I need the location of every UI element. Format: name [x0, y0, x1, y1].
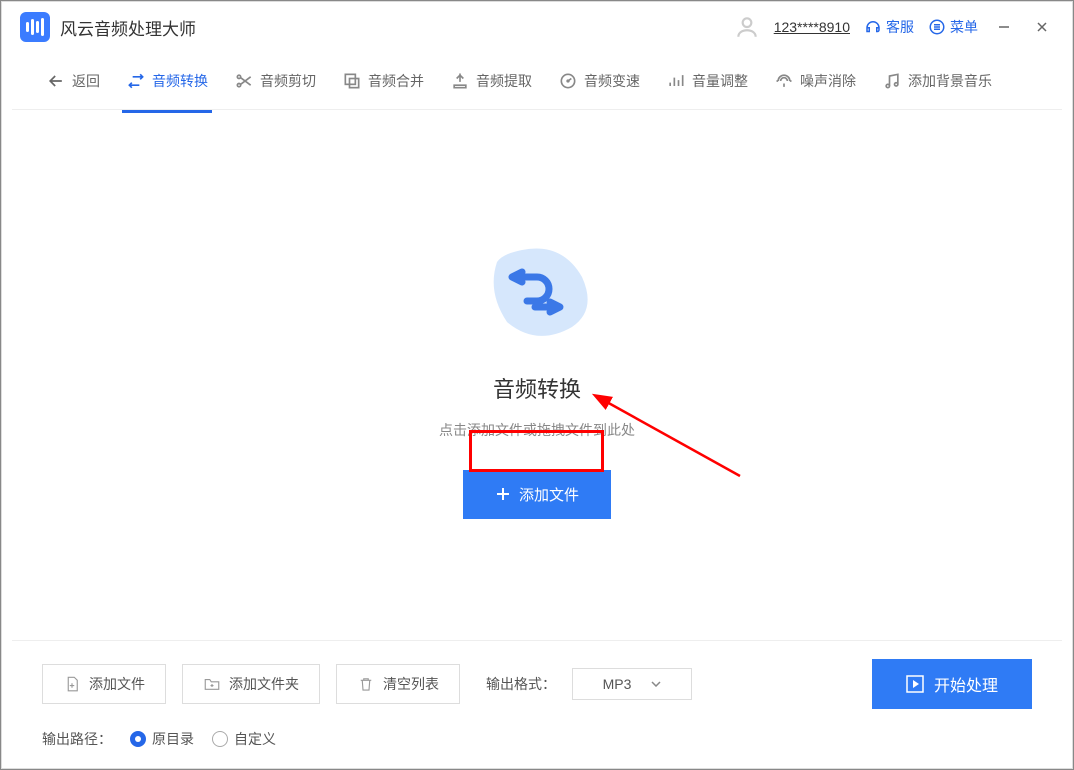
trash-icon [357, 675, 375, 693]
support-link[interactable]: 客服 [864, 17, 914, 37]
app-logo-icon [20, 12, 50, 42]
speed-icon [558, 71, 578, 91]
output-format-select[interactable]: MP3 [572, 668, 692, 700]
minimize-button[interactable] [992, 15, 1016, 39]
tab-noise[interactable]: 噪声消除 [770, 63, 860, 99]
btn-label: 清空列表 [383, 674, 439, 694]
btn-label: 开始处理 [934, 672, 998, 696]
radio-original-dir[interactable]: 原目录 [130, 729, 194, 749]
headset-icon [864, 18, 882, 36]
play-icon [906, 675, 924, 693]
radio-dot-icon [130, 731, 146, 747]
chevron-down-icon [651, 681, 661, 687]
convert-icon [126, 71, 146, 91]
tab-label: 噪声消除 [800, 71, 856, 91]
tab-volume[interactable]: 音量调整 [662, 63, 752, 99]
drop-zone-subtitle: 点击添加文件或拖拽文件到此处 [439, 420, 635, 440]
radio-dot-icon [212, 731, 228, 747]
avatar-icon[interactable] [734, 14, 760, 40]
output-path-label: 输出路径： [42, 729, 112, 749]
tab-bgm[interactable]: 添加背景音乐 [878, 63, 996, 99]
menu-icon [928, 18, 946, 36]
toolbar: 返回 音频转换 音频剪切 音频合并 音频提取 音频变速 音量调整 噪声消除 添加… [12, 52, 1062, 110]
back-label: 返回 [72, 71, 100, 91]
start-process-button[interactable]: 开始处理 [872, 659, 1032, 709]
drop-zone-title: 音频转换 [493, 372, 581, 404]
bottom-panel: 添加文件 添加文件夹 清空列表 输出格式： MP3 开始处理 输出路径： 原目录… [12, 640, 1062, 763]
back-arrow-icon [46, 71, 66, 91]
tab-label: 音频变速 [584, 71, 640, 91]
radio-custom-dir[interactable]: 自定义 [212, 729, 276, 749]
format-value: MP3 [603, 676, 632, 692]
folder-plus-icon [203, 675, 221, 693]
titlebar: 风云音频处理大师 123****8910 客服 菜单 [2, 2, 1072, 52]
extract-icon [450, 71, 470, 91]
add-file-primary-button[interactable]: 添加文件 [463, 470, 611, 519]
radio-label: 原目录 [152, 729, 194, 749]
tab-label: 添加背景音乐 [908, 71, 992, 91]
btn-label: 添加文件夹 [229, 674, 299, 694]
tab-label: 音频提取 [476, 71, 532, 91]
music-icon [882, 71, 902, 91]
merge-icon [342, 71, 362, 91]
tab-label: 音频剪切 [260, 71, 316, 91]
drop-zone[interactable]: 音频转换 点击添加文件或拖拽文件到此处 添加文件 [2, 110, 1072, 640]
btn-label: 添加文件 [89, 674, 145, 694]
back-button[interactable]: 返回 [42, 63, 104, 99]
noise-icon [774, 71, 794, 91]
tab-label: 音频合并 [368, 71, 424, 91]
user-id-link[interactable]: 123****8910 [774, 19, 850, 35]
tab-label: 音频转换 [152, 71, 208, 91]
close-button[interactable] [1030, 15, 1054, 39]
tab-merge[interactable]: 音频合并 [338, 63, 428, 99]
volume-icon [666, 71, 686, 91]
clear-list-button[interactable]: 清空列表 [336, 664, 460, 704]
support-label: 客服 [886, 17, 914, 37]
radio-label: 自定义 [234, 729, 276, 749]
app-title: 风云音频处理大师 [60, 15, 196, 40]
tab-cut[interactable]: 音频剪切 [230, 63, 320, 99]
plus-icon [495, 486, 511, 502]
scissors-icon [234, 71, 254, 91]
tab-convert[interactable]: 音频转换 [122, 63, 212, 99]
tab-label: 音量调整 [692, 71, 748, 91]
convert-hero-icon [467, 232, 607, 352]
menu-label: 菜单 [950, 17, 978, 37]
file-plus-icon [63, 675, 81, 693]
tab-speed[interactable]: 音频变速 [554, 63, 644, 99]
add-file-button[interactable]: 添加文件 [42, 664, 166, 704]
add-file-label: 添加文件 [519, 484, 579, 505]
menu-link[interactable]: 菜单 [928, 17, 978, 37]
tab-extract[interactable]: 音频提取 [446, 63, 536, 99]
output-format-label: 输出格式： [486, 674, 556, 694]
add-folder-button[interactable]: 添加文件夹 [182, 664, 320, 704]
